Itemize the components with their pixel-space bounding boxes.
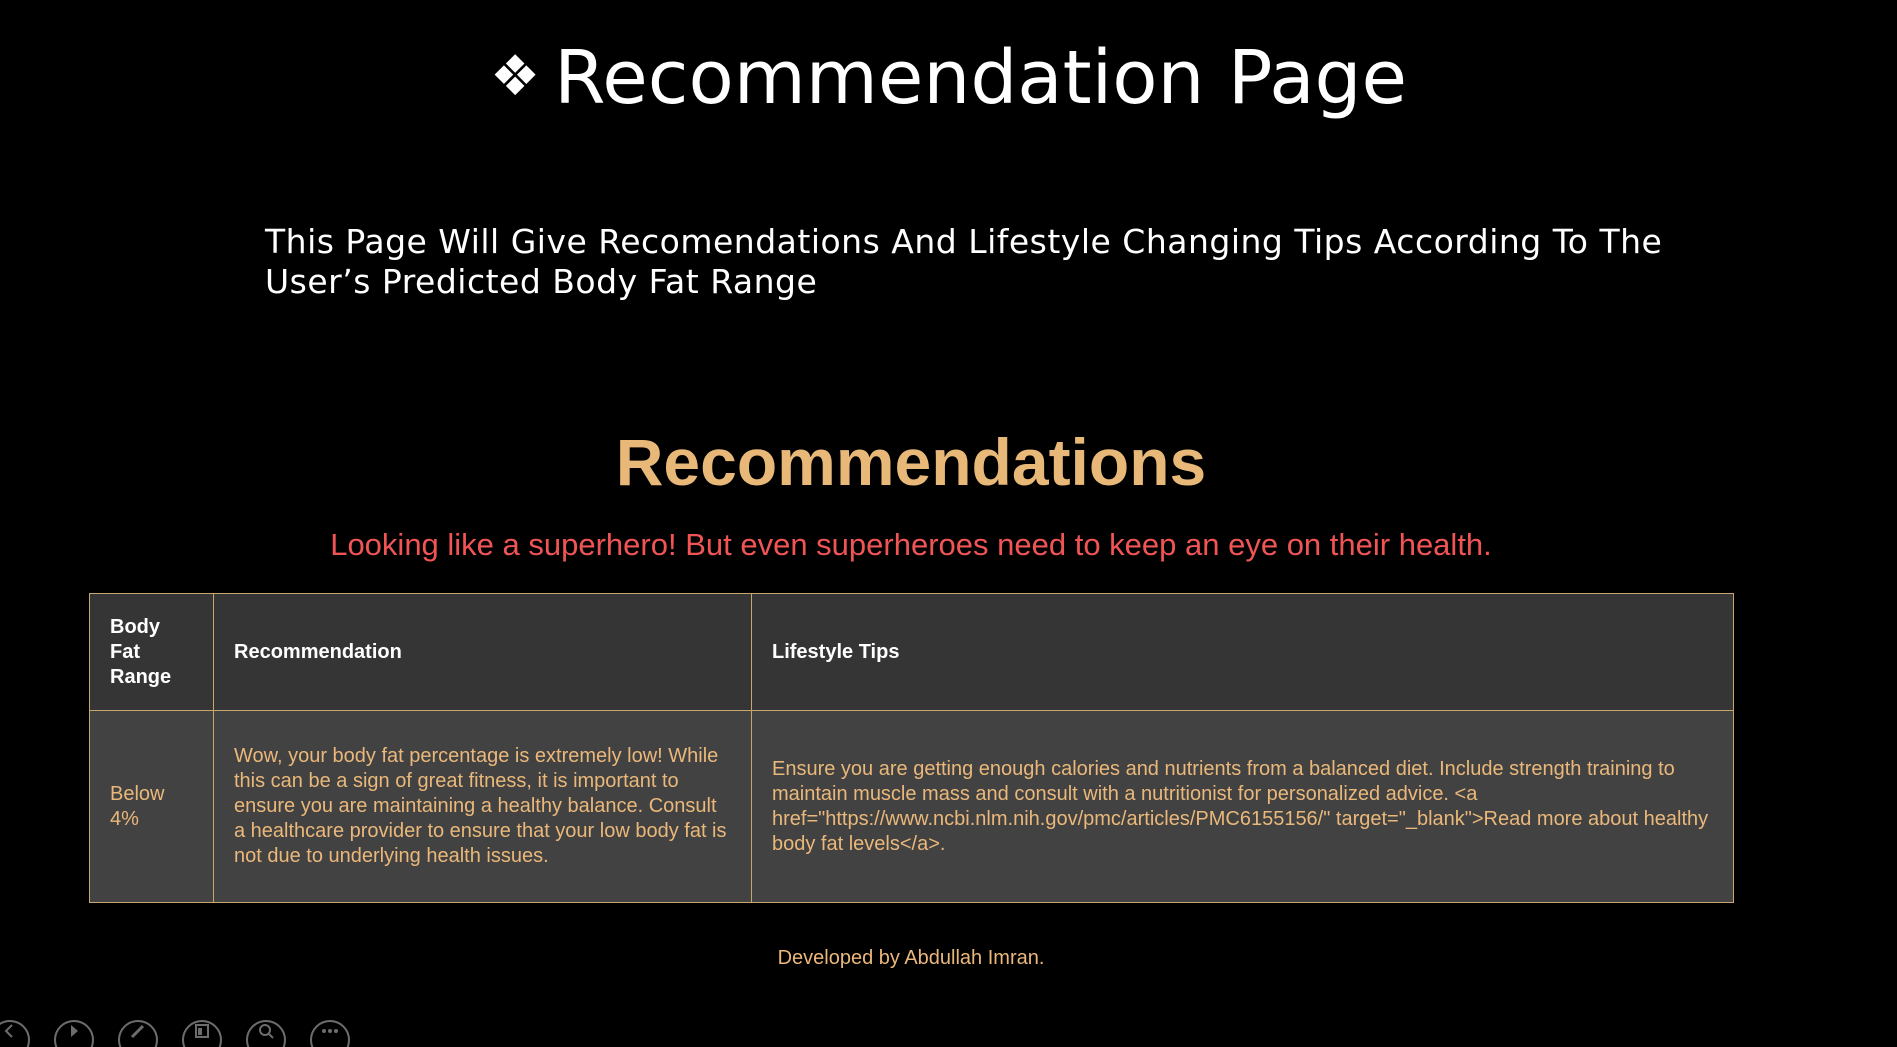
table-header-row: Body Fat Range Recommendation Lifestyle … xyxy=(89,593,1734,711)
cell-body-fat-range: Below 4% xyxy=(89,710,214,903)
header-body-fat-range: Body Fat Range xyxy=(89,593,214,711)
recommendations-heading: Recommendations xyxy=(615,425,1207,499)
cell-recommendation: Wow, your body fat percentage is extreme… xyxy=(213,710,752,903)
diamond-bullet-icon: ❖ xyxy=(489,44,541,109)
slides-grid-icon[interactable] xyxy=(182,1020,222,1047)
more-options-icon[interactable] xyxy=(310,1020,350,1047)
header-lifestyle-tips: Lifestyle Tips xyxy=(751,593,1734,711)
footer-credit: Developed by Abdullah Imran. xyxy=(777,947,1045,969)
recommendation-table: Body Fat Range Recommendation Lifestyle … xyxy=(89,593,1734,903)
slideshow-controls xyxy=(0,1020,350,1047)
next-icon[interactable] xyxy=(54,1020,94,1047)
cell-lifestyle-tips: Ensure you are getting enough calories a… xyxy=(751,710,1734,903)
slide-title-text: Recommendation Page xyxy=(554,35,1408,121)
header-recommendation: Recommendation xyxy=(213,593,752,711)
recommendation-message: Looking like a superhero! But even super… xyxy=(330,527,1492,562)
zoom-icon[interactable] xyxy=(246,1020,286,1047)
slide-subtitle: This Page Will Give Recomendations And L… xyxy=(265,222,1663,301)
slide-title: ❖ Recommendation Page xyxy=(0,32,1897,123)
previous-icon[interactable] xyxy=(0,1020,30,1047)
table-row: Below 4% Wow, your body fat percentage i… xyxy=(89,710,1734,903)
pen-icon[interactable] xyxy=(118,1020,158,1047)
